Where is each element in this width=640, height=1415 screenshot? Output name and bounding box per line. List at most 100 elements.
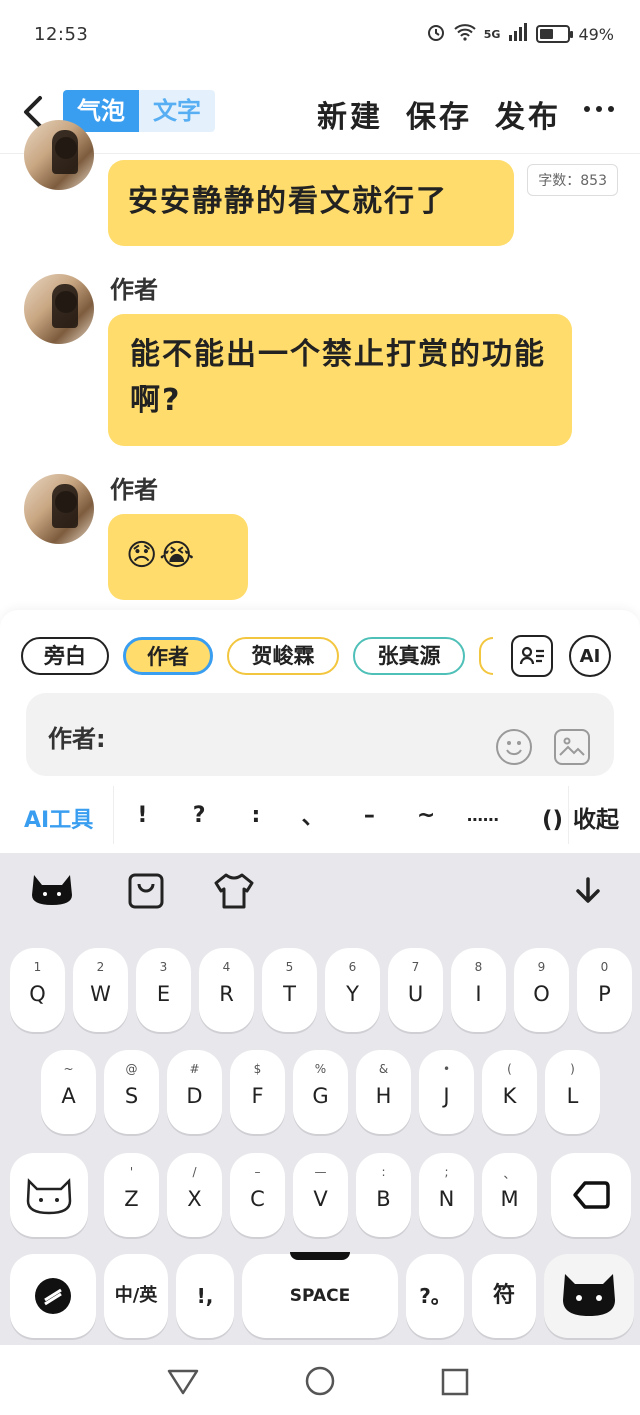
toolbox-key[interactable] [10, 1254, 96, 1338]
key-n[interactable]: ; N [419, 1153, 474, 1237]
key-q[interactable]: 1Q [10, 948, 65, 1032]
key-label: Q [29, 982, 46, 1006]
key-alt-label: # [189, 1062, 200, 1076]
recents-square-icon[interactable] [440, 1367, 470, 1401]
key-label: I [475, 982, 482, 1006]
key-alt-label: % [314, 1062, 327, 1076]
key-m[interactable]: 、 M [482, 1153, 537, 1237]
character-chip-he[interactable]: 贺峻霖 [227, 637, 339, 675]
ai-tool-button[interactable]: AI工具 [24, 802, 93, 834]
cat-icon[interactable] [28, 871, 76, 913]
key-a[interactable]: ~ A [41, 1050, 96, 1134]
key-label: W [90, 982, 111, 1006]
key-g[interactable]: % G [293, 1050, 348, 1134]
image-button[interactable] [554, 729, 590, 765]
comma-key[interactable]: !, [176, 1254, 234, 1338]
cat-icon [563, 1274, 615, 1316]
keyboard-handle [290, 1252, 350, 1260]
punct-question[interactable]: ? [179, 803, 219, 828]
key-s[interactable]: @ S [104, 1050, 159, 1134]
emoji-button[interactable] [496, 729, 532, 765]
punct-tilde[interactable]: ~ [406, 803, 446, 828]
tab-text[interactable]: 文字 [139, 90, 215, 132]
key-k[interactable]: (K [482, 1050, 537, 1134]
character-chip-author[interactable]: 作者 [123, 637, 213, 675]
key-l[interactable]: ) L [545, 1050, 600, 1134]
tshirt-icon[interactable] [212, 871, 256, 915]
key-b[interactable]: :B [356, 1153, 411, 1237]
message-bubble[interactable]: 安安静静的看文就行了 [108, 160, 514, 246]
character-list-button[interactable] [511, 635, 553, 677]
key-o[interactable]: 9O [514, 948, 569, 1032]
hide-keyboard-icon[interactable] [570, 875, 606, 913]
space-key[interactable]: SPACE [242, 1254, 398, 1338]
speaker-name: 作者 [110, 276, 158, 304]
punct-enum-comma[interactable]: 、 [293, 799, 333, 831]
enter-key[interactable] [544, 1254, 634, 1338]
punct-colon[interactable]: : [236, 803, 276, 828]
character-chip-more[interactable] [479, 637, 493, 675]
key-c[interactable]: – C [230, 1153, 285, 1237]
top-bar: 气泡 文字 新建 保存 发布 [0, 70, 640, 154]
status-icons: 5G 49% [426, 22, 614, 46]
space-label: SPACE [289, 1286, 351, 1306]
publish-button[interactable]: 发布 [495, 92, 561, 136]
key-p[interactable]: 0P [577, 948, 632, 1032]
key-h[interactable]: & H [356, 1050, 411, 1134]
contact-card-icon [519, 646, 544, 665]
message-bubble[interactable]: 😞😭 [108, 514, 248, 600]
clipboard-icon[interactable] [126, 871, 166, 915]
key-x[interactable]: / X [167, 1153, 222, 1237]
more-dot [596, 106, 602, 112]
punct-dash[interactable]: – [349, 803, 389, 828]
symbol-key[interactable]: 符 [472, 1254, 536, 1338]
character-chip-zhang[interactable]: 张真源 [353, 637, 465, 675]
emoji-cat-key[interactable] [10, 1153, 88, 1237]
key-d[interactable]: # D [167, 1050, 222, 1134]
comma-key-label: !, [196, 1284, 214, 1308]
key-f[interactable]: $ F [230, 1050, 285, 1134]
key-alt-label: ' [129, 1165, 134, 1179]
new-button[interactable]: 新建 [317, 92, 383, 136]
backspace-key[interactable] [551, 1153, 631, 1237]
key-label: C [250, 1187, 265, 1211]
character-chip-narrator[interactable]: 旁白 [21, 637, 109, 675]
key-u[interactable]: 7U [388, 948, 443, 1032]
avatar[interactable] [24, 474, 94, 544]
ai-button[interactable]: AI [569, 635, 611, 677]
more-dot [608, 106, 614, 112]
key-label: Z [124, 1187, 139, 1211]
key-label: N [438, 1187, 455, 1211]
key-i[interactable]: 8I [451, 948, 506, 1032]
more-button[interactable] [584, 106, 614, 112]
punct-ellipsis[interactable]: …… [463, 806, 503, 825]
question-key[interactable]: ?。 [406, 1254, 464, 1338]
key-alt-label: – [254, 1165, 261, 1179]
collapse-button[interactable]: () 收起 [542, 800, 619, 834]
key-t[interactable]: 5T [262, 948, 317, 1032]
key-label: B [376, 1187, 391, 1211]
key-alt-label: 9 [537, 960, 546, 974]
key-label: T [283, 982, 296, 1006]
language-switch-label: 中/英 [114, 1285, 158, 1306]
save-button[interactable]: 保存 [406, 92, 472, 136]
key-e[interactable]: 3E [136, 948, 191, 1032]
punct-exclaim[interactable]: ! [122, 803, 162, 828]
key-label: J [443, 1084, 450, 1108]
home-circle-icon[interactable] [304, 1365, 336, 1401]
language-switch-key[interactable]: 中/英 [104, 1254, 168, 1338]
message-bubble[interactable]: 能不能出一个禁止打赏的功能啊? [108, 314, 572, 446]
avatar[interactable] [24, 120, 94, 190]
back-triangle-icon[interactable] [166, 1367, 200, 1401]
key-j[interactable]: • J [419, 1050, 474, 1134]
key-alt-label: • [442, 1062, 451, 1076]
key-r[interactable]: 4R [199, 948, 254, 1032]
battery-percent: 49% [578, 24, 614, 44]
key-y[interactable]: 6Y [325, 948, 380, 1032]
avatar[interactable] [24, 274, 94, 344]
key-w[interactable]: 2W [73, 948, 128, 1032]
key-v[interactable]: — V [293, 1153, 348, 1237]
key-z[interactable]: ' Z [104, 1153, 159, 1237]
alarm-icon [426, 22, 446, 46]
parens-symbol: () [542, 807, 564, 833]
